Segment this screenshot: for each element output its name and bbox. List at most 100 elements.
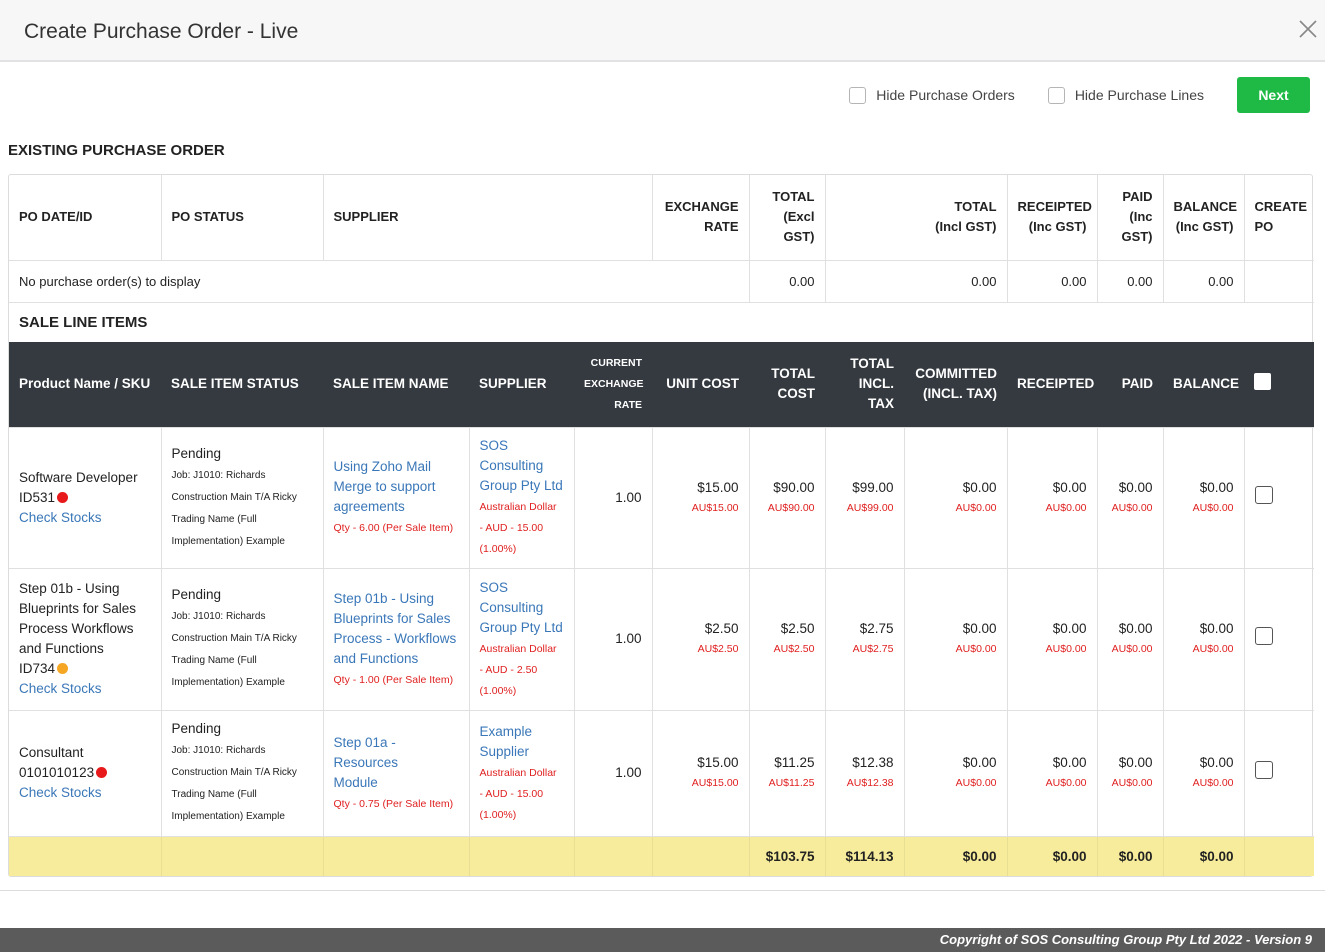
close-icon[interactable] (1295, 16, 1321, 42)
col-sale-status: SALE ITEM STATUS (161, 342, 323, 427)
col-committed: COMMITTED (INCL. TAX) (904, 342, 1008, 427)
check-stocks-link[interactable]: Check Stocks (19, 785, 102, 800)
receipted-cell: $0.00 AU$0.00 (1007, 426, 1098, 568)
status-dot-icon (57, 663, 69, 674)
balance-cell: $0.00 AU$0.00 (1163, 567, 1245, 710)
col-total-incl-tax: TOTAL INCL. TAX (825, 342, 904, 427)
rate-cell: 1.00 (574, 426, 653, 568)
col-unit-cost: UNIT COST (652, 342, 749, 427)
col-select-all (1244, 342, 1315, 427)
po-header-row: PO DATE/ID PO STATUS SUPPLIER EXCHANGE RA… (9, 175, 1314, 260)
po-total-balance: 0.00 (1163, 259, 1245, 302)
row-checkbox[interactable] (1254, 627, 1273, 645)
supplier-link[interactable]: SOS Consulting Group Pty Ltd (480, 580, 563, 635)
status-cell: Pending Job: J1010: Richards Construction… (161, 567, 324, 710)
totals-balance: $0.00 (1163, 835, 1245, 876)
rate-cell: 1.00 (574, 709, 653, 836)
rate-cell: 1.00 (574, 567, 653, 710)
committed-cell: $0.00 AU$0.00 (904, 426, 1008, 568)
table-row: Software Developer ID531 Check Stocks Pe… (9, 426, 1315, 568)
supplier-cell: SOS Consulting Group Pty Ltd Australian Do… (469, 567, 575, 710)
hide-purchase-lines-checkbox[interactable] (1047, 86, 1065, 104)
col-exchange-rate: EXCHANGE RATE (652, 175, 750, 260)
table-row: Consultant 0101010123 Check Stocks Pendi… (9, 709, 1315, 836)
unit-cost-cell: $15.00 AU$15.00 (652, 426, 750, 568)
create-po-cell (1244, 567, 1315, 710)
committed-cell: $0.00 AU$0.00 (904, 709, 1008, 836)
hide-purchase-lines-label: Hide Purchase Lines (1074, 87, 1204, 103)
create-po-cell (1244, 426, 1315, 568)
balance-cell: $0.00 AU$0.00 (1163, 709, 1245, 836)
footer-divider (0, 890, 1325, 891)
table-row: Step 01b - Using Blueprints for Sales Pr… (9, 567, 1315, 710)
receipted-cell: $0.00 AU$0.00 (1007, 567, 1098, 710)
product-cell: Step 01b - Using Blueprints for Sales Pr… (9, 567, 162, 710)
col-sale-supplier: SUPPLIER (469, 342, 574, 427)
col-create-po: CREATE PO (1254, 199, 1307, 235)
modal-title: Create Purchase Order - Live (24, 20, 299, 43)
hide-purchase-orders-toggle[interactable]: Hide Purchase Orders (849, 86, 1015, 104)
col-balance: BALANCE (Inc GST) (1163, 175, 1245, 260)
paid-cell: $0.00 AU$0.00 (1097, 709, 1164, 836)
status-cell: Pending Job: J1010: Richards Construction… (161, 426, 324, 568)
existing-po-title: EXISTING PURCHASE ORDER (8, 142, 225, 159)
row-checkbox[interactable] (1254, 761, 1273, 779)
committed-cell: $0.00 AU$0.00 (904, 567, 1008, 710)
sale-line-items-title-row: SALE LINE ITEMS (9, 301, 1315, 342)
supplier-cell: Example Supplier Australian Dollar - AUD -… (469, 709, 575, 836)
totals-total-incl: $114.13 (825, 835, 905, 876)
total-incl-cell: $12.38 AU$12.38 (825, 709, 905, 836)
hide-purchase-lines-toggle[interactable]: Hide Purchase Lines (1047, 86, 1204, 104)
col-sale-name: SALE ITEM NAME (323, 342, 469, 427)
total-cost-cell: $90.00 AU$90.00 (749, 426, 826, 568)
sale-header-row: Product Name / SKU SALE ITEM STATUS SALE… (9, 342, 1315, 427)
col-receipted: RECEIPTED (Inc GST) (1007, 175, 1098, 260)
next-button[interactable]: Next (1237, 77, 1310, 113)
receipted-cell: $0.00 AU$0.00 (1007, 709, 1098, 836)
col-po-date-id: PO DATE/ID (9, 175, 162, 260)
paid-cell: $0.00 AU$0.00 (1097, 567, 1164, 710)
unit-cost-cell: $15.00 AU$15.00 (652, 709, 750, 836)
po-empty-row: No purchase order(s) to display 0.00 0.0… (9, 259, 1315, 302)
supplier-cell: SOS Consulting Group Pty Ltd Australian Do… (469, 426, 575, 568)
unit-cost-cell: $2.50 AU$2.50 (652, 567, 750, 710)
col-paid: PAID (Inc GST) (1097, 175, 1164, 260)
po-total-paid: 0.00 (1097, 259, 1164, 302)
supplier-link[interactable]: Example Supplier (480, 724, 533, 759)
col-total-cost: TOTAL COST (749, 342, 825, 427)
sale-item-link[interactable]: Using Zoho Mail Merge to support agreement… (334, 459, 436, 514)
total-incl-cell: $99.00 AU$99.00 (825, 426, 905, 568)
totals-paid: $0.00 (1097, 835, 1164, 876)
product-cell: Consultant 0101010123 Check Stocks (9, 709, 162, 836)
status-dot-icon (57, 491, 69, 503)
check-stocks-link[interactable]: Check Stocks (19, 510, 102, 525)
hide-purchase-orders-label: Hide Purchase Orders (876, 87, 1015, 103)
col-po-supplier: SUPPLIER (323, 175, 653, 260)
col-sale-balance: BALANCE (1163, 342, 1245, 427)
paid-cell: $0.00 AU$0.00 (1097, 426, 1164, 568)
col-current-rate: CURRENT EXCHANGE RATE (574, 342, 652, 427)
po-total-receipted: 0.00 (1007, 259, 1098, 302)
po-create-cell (1244, 259, 1315, 302)
po-total-incl: 0.00 (825, 259, 1008, 302)
sale-item-name-cell: Step 01a - Resources Module Qty - 0.75 (P… (323, 709, 470, 836)
hide-purchase-orders-checkbox[interactable] (849, 86, 867, 104)
supplier-link[interactable]: SOS Consulting Group Pty Ltd (480, 438, 563, 493)
sale-item-name-cell: Step 01b - Using Blueprints for Sales Proc… (323, 567, 470, 710)
footer-copyright: Copyright of SOS Consulting Group Pty Lt… (0, 928, 1325, 952)
status-dot-icon (96, 767, 108, 778)
balance-cell: $0.00 AU$0.00 (1163, 426, 1245, 568)
check-stocks-link[interactable]: Check Stocks (19, 681, 102, 696)
status-cell: Pending Job: J1010: Richards Construction… (161, 709, 324, 836)
toolbar: Hide Purchase Orders Hide Purchase Lines… (849, 76, 1310, 114)
totals-committed: $0.00 (904, 835, 1008, 876)
sale-item-link[interactable]: Step 01a - Resources Module (334, 735, 399, 790)
row-checkbox[interactable] (1254, 485, 1273, 504)
col-po-status: PO STATUS (161, 175, 324, 260)
col-product: Product Name / SKU (9, 342, 161, 427)
sale-line-items-title: SALE LINE ITEMS (9, 301, 1315, 342)
modal-header: Create Purchase Order - Live (0, 0, 1325, 62)
total-cost-cell: $2.50 AU$2.50 (749, 567, 826, 710)
select-all-checkbox[interactable] (1254, 372, 1272, 390)
sale-item-link[interactable]: Step 01b - Using Blueprints for Sales Proc… (334, 591, 457, 666)
